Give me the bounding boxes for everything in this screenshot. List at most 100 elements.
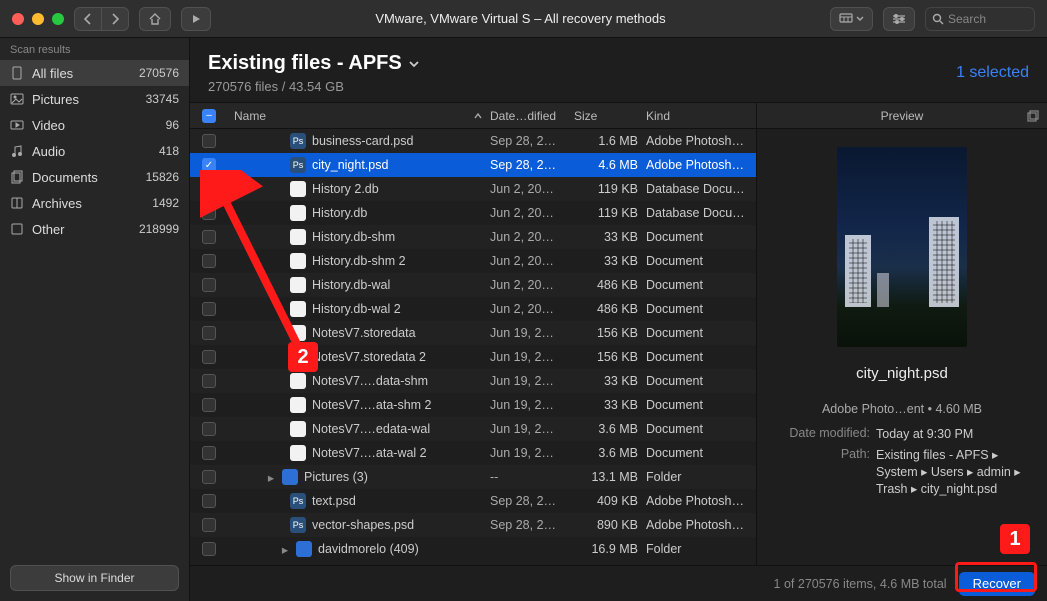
header-name[interactable]: Name — [228, 109, 490, 123]
file-size: 119 KB — [574, 206, 646, 220]
show-in-finder-button[interactable]: Show in Finder — [10, 565, 179, 591]
list-header: – Name Date…dified Size Kind — [190, 103, 756, 129]
row-checkbox[interactable] — [202, 302, 216, 316]
doc-file-icon — [290, 325, 306, 341]
recover-button[interactable]: Recover — [959, 572, 1035, 596]
table-row[interactable]: History.db-shm 2Jun 2, 20…33 KBDocument — [190, 249, 756, 273]
doc-file-icon — [290, 397, 306, 413]
minimize-window[interactable] — [32, 13, 44, 25]
folder-file-icon — [282, 469, 298, 485]
row-checkbox[interactable] — [202, 470, 216, 484]
psd-file-icon: Ps — [290, 157, 306, 173]
file-size: 33 KB — [574, 230, 646, 244]
file-kind: Database Docu… — [646, 206, 756, 220]
file-size: 890 KB — [574, 518, 646, 532]
file-kind: Document — [646, 278, 756, 292]
table-row[interactable]: History.db-walJun 2, 20…486 KBDocument — [190, 273, 756, 297]
table-row[interactable]: NotesV7.storedataJun 19, 2…156 KBDocumen… — [190, 321, 756, 345]
sidebar-item-other[interactable]: Other218999 — [0, 216, 189, 242]
zoom-window[interactable] — [52, 13, 64, 25]
header-kind[interactable]: Kind — [646, 109, 756, 123]
file-name: History.db-wal 2 — [312, 302, 401, 316]
file-date: Jun 19, 2… — [490, 398, 574, 412]
row-checkbox[interactable] — [202, 446, 216, 460]
row-checkbox[interactable] — [202, 398, 216, 412]
row-checkbox[interactable] — [202, 278, 216, 292]
sidebar-header: Scan results — [0, 38, 189, 60]
table-row[interactable]: ✓Pscity_night.psdSep 28, 2…4.6 MBAdobe P… — [190, 153, 756, 177]
close-window[interactable] — [12, 13, 24, 25]
table-row[interactable]: NotesV7.…edata-walJun 19, 2…3.6 MBDocume… — [190, 417, 756, 441]
row-checkbox[interactable]: ✓ — [202, 158, 216, 172]
table-row[interactable]: NotesV7.storedata 2Jun 19, 2…156 KBDocum… — [190, 345, 756, 369]
disclosure-triangle-icon[interactable]: ▸ — [266, 470, 276, 485]
list-body[interactable]: Psbusiness-card.psdSep 28, 2…1.6 MBAdobe… — [190, 129, 756, 565]
sidebar-item-label: Documents — [32, 170, 98, 185]
header-date[interactable]: Date…dified — [490, 109, 574, 123]
other-icon — [10, 222, 24, 236]
row-checkbox[interactable] — [202, 134, 216, 148]
file-date: Sep 28, 2… — [490, 518, 574, 532]
table-row[interactable]: ▸davidmorelo (409)16.9 MBFolder — [190, 537, 756, 561]
sidebar-item-all-files[interactable]: All files270576 — [0, 60, 189, 86]
row-checkbox[interactable] — [202, 422, 216, 436]
table-row[interactable]: Psvector-shapes.psdSep 28, 2…890 KBAdobe… — [190, 513, 756, 537]
table-row[interactable]: NotesV7.…ata-wal 2Jun 19, 2…3.6 MBDocume… — [190, 441, 756, 465]
sidebar-item-video[interactable]: Video96 — [0, 112, 189, 138]
table-row[interactable]: History 2.dbJun 2, 20…119 KBDatabase Doc… — [190, 177, 756, 201]
file-date: Sep 28, 2… — [490, 158, 574, 172]
header-select-all[interactable]: – — [190, 109, 228, 123]
grid-icon — [839, 13, 853, 25]
header-size[interactable]: Size — [574, 109, 646, 123]
traffic-lights — [12, 13, 64, 25]
file-name: Pictures (3) — [304, 470, 368, 484]
row-checkbox[interactable] — [202, 542, 216, 556]
table-row[interactable]: ▸Pictures (3)--13.1 MBFolder — [190, 465, 756, 489]
row-checkbox[interactable] — [202, 206, 216, 220]
row-checkbox[interactable] — [202, 182, 216, 196]
row-checkbox[interactable] — [202, 374, 216, 388]
file-date: Jun 2, 20… — [490, 278, 574, 292]
file-kind: Document — [646, 398, 756, 412]
play-button[interactable] — [181, 7, 211, 31]
table-row[interactable]: Pstext.psdSep 28, 2…409 KBAdobe Photosh… — [190, 489, 756, 513]
minus-icon: – — [202, 109, 216, 123]
popout-icon[interactable] — [1027, 110, 1039, 122]
table-row[interactable]: History.db-wal 2Jun 2, 20…486 KBDocument — [190, 297, 756, 321]
row-checkbox[interactable] — [202, 494, 216, 508]
content-subtitle: 270576 files / 43.54 GB — [208, 79, 420, 94]
folder-file-icon — [296, 541, 312, 557]
row-checkbox[interactable] — [202, 254, 216, 268]
home-button[interactable] — [139, 7, 171, 31]
file-name: NotesV7.…data-shm — [312, 374, 428, 388]
sidebar-item-archives[interactable]: Archives1492 — [0, 190, 189, 216]
sidebar-item-documents[interactable]: Documents15826 — [0, 164, 189, 190]
back-button[interactable] — [74, 7, 102, 31]
row-checkbox[interactable] — [202, 518, 216, 532]
table-row[interactable]: History.db-shmJun 2, 20…33 KBDocument — [190, 225, 756, 249]
file-kind: Document — [646, 326, 756, 340]
sort-asc-icon — [474, 113, 482, 119]
file-name: NotesV7.…ata-shm 2 — [312, 398, 432, 412]
chevron-right-icon — [110, 13, 120, 25]
row-checkbox[interactable] — [202, 326, 216, 340]
sidebar-item-pictures[interactable]: Pictures33745 — [0, 86, 189, 112]
view-mode-button[interactable] — [830, 7, 873, 31]
sidebar-item-label: Other — [32, 222, 65, 237]
selection-status: 1 of 270576 items, 4.6 MB total — [774, 577, 947, 591]
search-input[interactable]: Search — [925, 7, 1035, 31]
file-name: NotesV7.storedata — [312, 326, 416, 340]
settings-button[interactable] — [883, 7, 915, 31]
content-title[interactable]: Existing files - APFS — [208, 52, 420, 75]
table-row[interactable]: History.dbJun 2, 20…119 KBDatabase Docu… — [190, 201, 756, 225]
row-checkbox[interactable] — [202, 350, 216, 364]
forward-button[interactable] — [102, 7, 129, 31]
table-row[interactable]: NotesV7.…data-shmJun 19, 2…33 KBDocument — [190, 369, 756, 393]
table-row[interactable]: NotesV7.…ata-shm 2Jun 19, 2…33 KBDocumen… — [190, 393, 756, 417]
sidebar-item-audio[interactable]: Audio418 — [0, 138, 189, 164]
row-checkbox[interactable] — [202, 230, 216, 244]
file-date: Jun 19, 2… — [490, 446, 574, 460]
disclosure-triangle-icon[interactable]: ▸ — [280, 542, 290, 557]
preview-date-value: Today at 9:30 PM — [876, 426, 1029, 443]
table-row[interactable]: Psbusiness-card.psdSep 28, 2…1.6 MBAdobe… — [190, 129, 756, 153]
